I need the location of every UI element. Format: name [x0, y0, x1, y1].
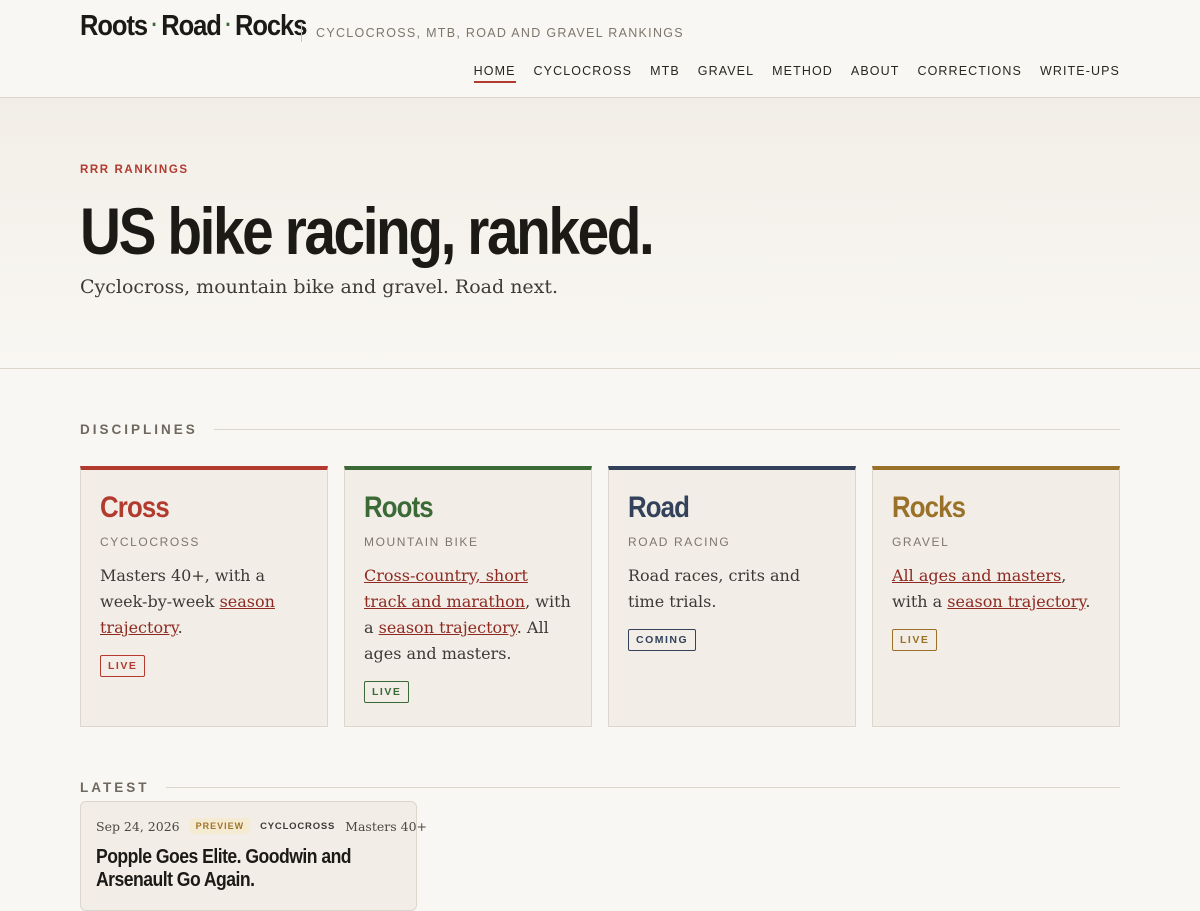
nav-cyclocross[interactable]: CYCLOCROSS [534, 64, 633, 83]
nav-about[interactable]: ABOUT [851, 64, 900, 83]
site-header: Roots · Road · Rocks CYCLOCROSS, MTB, ROAD A… [0, 0, 1200, 98]
post-discipline: CYCLOCROSS [260, 820, 336, 832]
card-description: Road races, crits and time trials. [628, 566, 801, 611]
latest-header: LATEST [80, 780, 1120, 795]
card-subtitle: ROAD RACING [628, 535, 731, 549]
brand-word-road: Road [161, 10, 222, 42]
brand-word-rocks: Rocks [235, 10, 307, 42]
card-description: Masters 40+, with a week-by-week season … [100, 563, 308, 641]
season-trajectory-link[interactable]: season trajectory [379, 618, 517, 637]
discipline-card-roots[interactable]: Roots MOUNTAIN BIKE Cross-country, short… [344, 466, 592, 727]
section-divider [213, 429, 1120, 430]
latest-label: LATEST [80, 780, 150, 795]
nav-home[interactable]: HOME [473, 64, 516, 83]
desc-text: . [1085, 592, 1091, 611]
brand-separator-dot: · [151, 12, 157, 37]
brand-word-roots: Roots [80, 10, 148, 42]
status-badge: LIVE [892, 629, 938, 651]
brand-separator-dot: · [225, 12, 231, 37]
desc-text: . [177, 618, 183, 637]
hero-subtitle: Cyclocross, mountain bike and gravel. Ro… [80, 276, 559, 298]
nav-corrections[interactable]: CORRECTIONS [917, 64, 1021, 83]
nav-method[interactable]: METHOD [772, 64, 833, 83]
nav-mtb[interactable]: MTB [650, 64, 680, 83]
disciplines-header: DISCIPLINES [80, 422, 1120, 437]
post-category: Masters 40+ [345, 818, 428, 834]
hero-eyebrow: RRR RANKINGS [80, 164, 189, 176]
tagline-container: CYCLOCROSS, MTB, ROAD AND GRAVEL RANKING… [301, 22, 684, 42]
status-badge: LIVE [364, 681, 410, 703]
card-subtitle: MOUNTAIN BIKE [364, 535, 479, 549]
ages-masters-link[interactable]: All ages and masters [892, 566, 1061, 585]
discipline-cards: Cross CYCLOCROSS Masters 40+, with a wee… [80, 466, 1120, 727]
section-divider [165, 787, 1120, 788]
card-title: Roots [364, 491, 434, 524]
hero-section: RRR RANKINGS US bike racing, ranked. Cyc… [0, 98, 1200, 369]
season-trajectory-link[interactable]: season trajectory [947, 592, 1085, 611]
disciplines-label: DISCIPLINES [80, 422, 198, 437]
card-subtitle: CYCLOCROSS [100, 535, 201, 549]
discipline-card-rocks[interactable]: Rocks GRAVEL All ages and masters, with … [872, 466, 1120, 727]
hero-title: US bike racing, ranked. [80, 194, 655, 268]
status-badge: COMING [628, 629, 697, 651]
card-title: Rocks [892, 491, 966, 524]
card-title: Road [628, 491, 690, 524]
nav-write-ups[interactable]: WRITE-UPS [1040, 64, 1120, 83]
post-meta: Sep 24, 2026 PREVIEW CYCLOCROSS Masters … [96, 818, 427, 834]
card-description: Cross-country, short track and marathon,… [364, 563, 572, 667]
status-badge: LIVE [100, 655, 146, 677]
nav-gravel[interactable]: GRAVEL [698, 64, 754, 83]
site-tagline: CYCLOCROSS, MTB, ROAD AND GRAVEL RANKING… [316, 26, 684, 40]
card-description: All ages and masters, with a season traj… [892, 563, 1100, 615]
site-logo[interactable]: Roots · Road · Rocks [80, 10, 307, 43]
discipline-card-road[interactable]: Road ROAD RACING Road races, crits and t… [608, 466, 856, 727]
card-subtitle: GRAVEL [892, 535, 950, 549]
post-tag-badge: PREVIEW [189, 818, 251, 834]
mtb-formats-link[interactable]: Cross-country, short track and marathon [364, 566, 528, 611]
discipline-card-cross[interactable]: Cross CYCLOCROSS Masters 40+, with a wee… [80, 466, 328, 727]
main-nav: HOME CYCLOCROSS MTB GRAVEL METHOD ABOUT … [473, 64, 1120, 83]
post-date: Sep 24, 2026 [96, 818, 180, 834]
latest-post-card[interactable]: Sep 24, 2026 PREVIEW CYCLOCROSS Masters … [80, 801, 427, 911]
post-title[interactable]: Popple Goes Elite. Goodwin and Arsenault… [96, 846, 395, 892]
card-title: Cross [100, 491, 170, 524]
